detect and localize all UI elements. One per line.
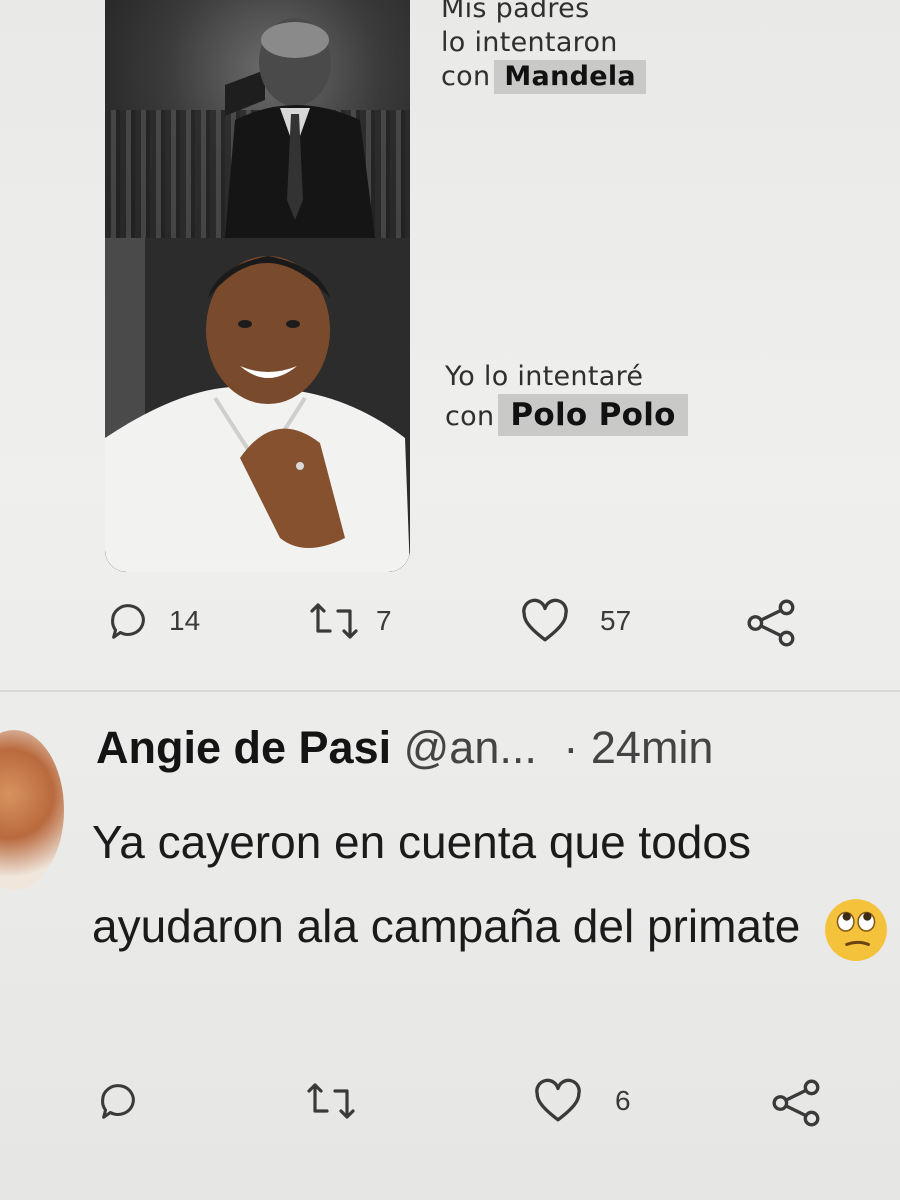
caption-line: Yo lo intentaré (445, 361, 644, 392)
tweet-divider (0, 690, 900, 692)
smiling-man-photo (105, 238, 410, 572)
meme-photo-bottom (105, 238, 410, 572)
meme-caption-top: Mis padres lo intentaron con Mandela (441, 0, 646, 94)
like-icon (522, 598, 568, 642)
caption-prefix: con (445, 401, 495, 432)
like-button[interactable]: 57 (520, 598, 631, 644)
meme-image[interactable] (105, 0, 410, 572)
author-handle[interactable]: @an... (404, 722, 537, 773)
caption-line: Mis padres (441, 0, 590, 24)
meme-photo-top (105, 0, 410, 238)
name-tag-polo-polo: Polo Polo (498, 394, 688, 436)
retweet-button[interactable]: 7 (308, 598, 392, 644)
caption-prefix: con (441, 61, 491, 92)
like-count: 6 (615, 1085, 631, 1116)
tweet-timestamp[interactable]: 24min (591, 722, 714, 773)
reply-button[interactable] (95, 1078, 141, 1124)
avatar[interactable] (0, 730, 64, 890)
like-button[interactable]: 6 (533, 1078, 631, 1124)
meme-caption-bottom: Yo lo intentaré con Polo Polo (445, 360, 688, 436)
like-count: 57 (600, 605, 632, 636)
name-tag-mandela: Mandela (494, 60, 646, 94)
tweet-2-actions: 6 (0, 1078, 900, 1138)
tweet-1-actions: 14 7 57 (0, 598, 900, 658)
header-separator: · (563, 722, 579, 773)
tweet-body: Ya cayeron en cuenta que todos ayudaron … (92, 800, 892, 968)
retweet-icon (310, 603, 358, 639)
share-icon (772, 1079, 820, 1127)
tweet-2-header: Angie de Pasi @an... · 24min (96, 720, 713, 776)
tweet-text: Ya cayeron en cuenta que todos ayudaron … (92, 816, 801, 952)
reply-button[interactable]: 14 (105, 598, 200, 644)
share-icon (747, 599, 795, 647)
rolling-eyes-emoji-icon (825, 898, 888, 961)
man-waving-photo (225, 18, 375, 238)
caption-line: lo intentaron (441, 27, 618, 58)
reply-icon (101, 1084, 135, 1119)
share-button[interactable] (745, 598, 799, 648)
like-icon (535, 1078, 581, 1122)
share-button[interactable] (770, 1078, 824, 1128)
retweet-count: 7 (376, 605, 392, 636)
author-name[interactable]: Angie de Pasi (96, 722, 391, 773)
reply-icon (111, 604, 145, 639)
reply-count: 14 (169, 605, 201, 636)
retweet-icon (307, 1083, 355, 1119)
retweet-button[interactable] (305, 1078, 357, 1124)
